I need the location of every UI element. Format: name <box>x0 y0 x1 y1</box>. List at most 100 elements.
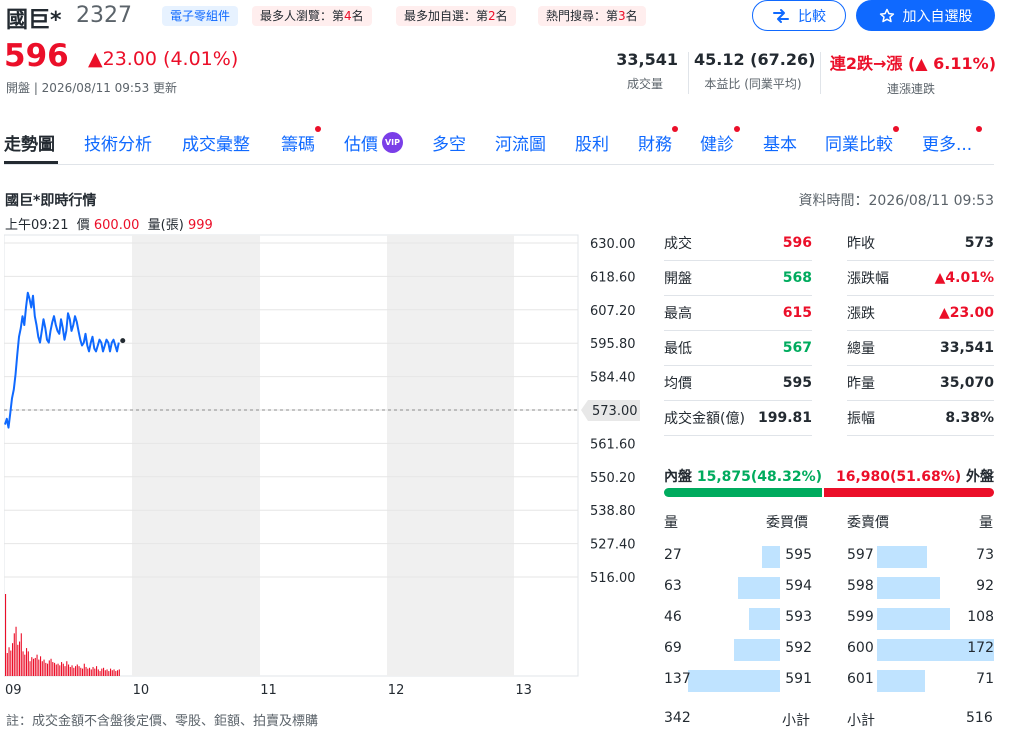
y-tick-label: 561.60 <box>590 437 636 452</box>
hour-band <box>387 235 514 676</box>
volume-bar <box>20 633 22 676</box>
volume-bar <box>24 654 26 676</box>
stat-volume: 33,541 成交量 <box>616 50 678 91</box>
inner-outer-volume: 內盤 15,875(48.32%) 16,980(51.68%) 外盤 <box>664 469 994 485</box>
ask-qty: 92 <box>976 578 994 594</box>
divider <box>688 52 689 94</box>
hover-info: 上午09:21 價 600.00 量(張) 999 <box>5 218 213 233</box>
hour-band <box>132 235 260 676</box>
volume-bar <box>41 661 43 676</box>
y-tick-label: 618.60 <box>590 270 636 285</box>
industry-tag[interactable]: 電子零組件 <box>162 6 239 26</box>
outer-volume-bar <box>824 488 994 497</box>
bid-qty: 46 <box>664 609 682 625</box>
volume-bar <box>97 669 99 676</box>
bid-qty: 27 <box>664 547 682 563</box>
bid-book: 27 595 63 594 46 593 69 592 137 591 <box>664 542 812 697</box>
volume-bar <box>68 664 70 676</box>
rank-tag-search[interactable]: 熱門搜尋：第3名 <box>538 6 646 26</box>
tab-valuation[interactable]: 估價 VIP <box>344 130 403 155</box>
tab-financial[interactable]: 財務 <box>638 126 678 155</box>
y-tick-label: 595.80 <box>590 337 636 352</box>
ask-book: 597 73 598 92 599 108 600 172 601 71 <box>847 542 994 697</box>
volume-bar <box>15 626 17 676</box>
ask-row: 601 71 <box>847 666 994 697</box>
tab-peer-comparison[interactable]: 同業比較 <box>825 126 899 155</box>
tab-trend[interactable]: 走勢圖 <box>4 130 55 155</box>
bid-qty: 137 <box>664 671 691 687</box>
realtime-title: 國巨*即時行情 <box>5 193 97 209</box>
y-tick-label: 573.00 <box>592 404 638 419</box>
ask-price: 598 <box>847 578 874 594</box>
compare-button[interactable]: 比較 <box>752 0 846 31</box>
bid-price-header: 委買價 <box>766 515 808 531</box>
tab-chips[interactable]: 籌碼 <box>281 126 321 155</box>
quote-row: 漲跌 ▲23.00 <box>847 296 994 331</box>
volume-bar <box>27 651 29 676</box>
volume-bar <box>62 663 64 676</box>
ask-row: 597 73 <box>847 542 994 573</box>
tab-health-check[interactable]: 健診 <box>700 126 740 155</box>
tab-basic[interactable]: 基本 <box>763 130 797 155</box>
x-tick-label: 09 <box>5 683 22 698</box>
notification-dot <box>672 126 678 132</box>
rank-tag-watchlist[interactable]: 最多加自選：第2名 <box>396 6 516 26</box>
rank-tag-views[interactable]: 最多人瀏覽：第4名 <box>252 6 372 26</box>
stat-streak: 連2跌→漲 (▲ 6.11%) 連漲連跌 <box>829 54 996 96</box>
price-change: ▲23.00 (4.01%) <box>88 48 239 70</box>
volume-bar <box>22 651 24 676</box>
notification-dot <box>976 126 983 132</box>
volume-bar <box>36 654 38 676</box>
ask-row: 600 172 <box>847 635 994 666</box>
volume-bar <box>80 667 82 676</box>
subtotal-label: 小計 <box>782 713 810 729</box>
bid-row: 46 593 <box>664 604 812 635</box>
quote-row: 最低 567 <box>664 331 812 366</box>
volume-bar <box>19 641 21 676</box>
tab-bull-bear[interactable]: 多空 <box>432 130 466 155</box>
bid-depth-bar <box>688 670 780 692</box>
volume-bar <box>90 669 92 676</box>
session-status: 開盤 | 2026/08/11 09:53 更新 <box>6 81 178 95</box>
ask-qty: 108 <box>967 609 994 625</box>
quote-row: 成交 596 <box>664 226 812 261</box>
add-watchlist-button[interactable]: 加入自選股 <box>856 0 995 31</box>
y-tick-label: 516.00 <box>590 571 636 586</box>
bid-price: 595 <box>785 547 812 563</box>
intraday-chart[interactable]: 630.00 618.60 607.20 595.80 584.40 573.00 561.… <box>4 233 654 703</box>
quote-row: 漲跌幅 ▲4.01% <box>847 261 994 296</box>
quote-row: 昨量 35,070 <box>847 366 994 401</box>
volume-bar <box>50 658 52 676</box>
volume-bar <box>106 669 108 676</box>
tab-river-chart[interactable]: 河流圖 <box>495 130 546 155</box>
volume-bar <box>26 648 28 676</box>
footnote: 註：成交金額不含盤後定價、零股、鉅額、拍賣及標購 <box>6 714 319 729</box>
bid-row: 69 592 <box>664 635 812 666</box>
tab-dividend[interactable]: 股利 <box>575 130 609 155</box>
stat-pe-ratio: 45.12 (67.26) 本益比 (同業平均) <box>694 50 816 91</box>
volume-bar <box>76 664 78 676</box>
bid-price: 591 <box>785 671 812 687</box>
quote-row: 開盤 568 <box>664 261 812 296</box>
volume-bar <box>117 670 119 676</box>
ask-qty: 73 <box>976 547 994 563</box>
quote-row: 振幅 8.38% <box>847 401 994 436</box>
volume-bar <box>54 662 56 676</box>
tab-transactions[interactable]: 成交彙整 <box>182 130 250 155</box>
volume-bar <box>118 669 120 676</box>
volume-bar <box>59 665 61 676</box>
ask-price-header: 委賣價 <box>847 515 889 531</box>
divider <box>4 164 994 165</box>
quote-row: 總量 33,541 <box>847 331 994 366</box>
up-triangle-icon: ▲ <box>915 54 928 73</box>
tab-technical[interactable]: 技術分析 <box>84 130 152 155</box>
volume-bar <box>87 668 89 676</box>
volume-bar <box>5 594 7 676</box>
bid-depth-bar <box>737 577 780 599</box>
compare-label: 比較 <box>798 8 826 25</box>
volume-bar <box>96 666 98 676</box>
inner-volume-bar <box>664 488 823 497</box>
vip-badge: VIP <box>382 132 403 153</box>
volume-bar <box>89 667 91 676</box>
tab-more[interactable]: 更多... <box>922 126 983 155</box>
